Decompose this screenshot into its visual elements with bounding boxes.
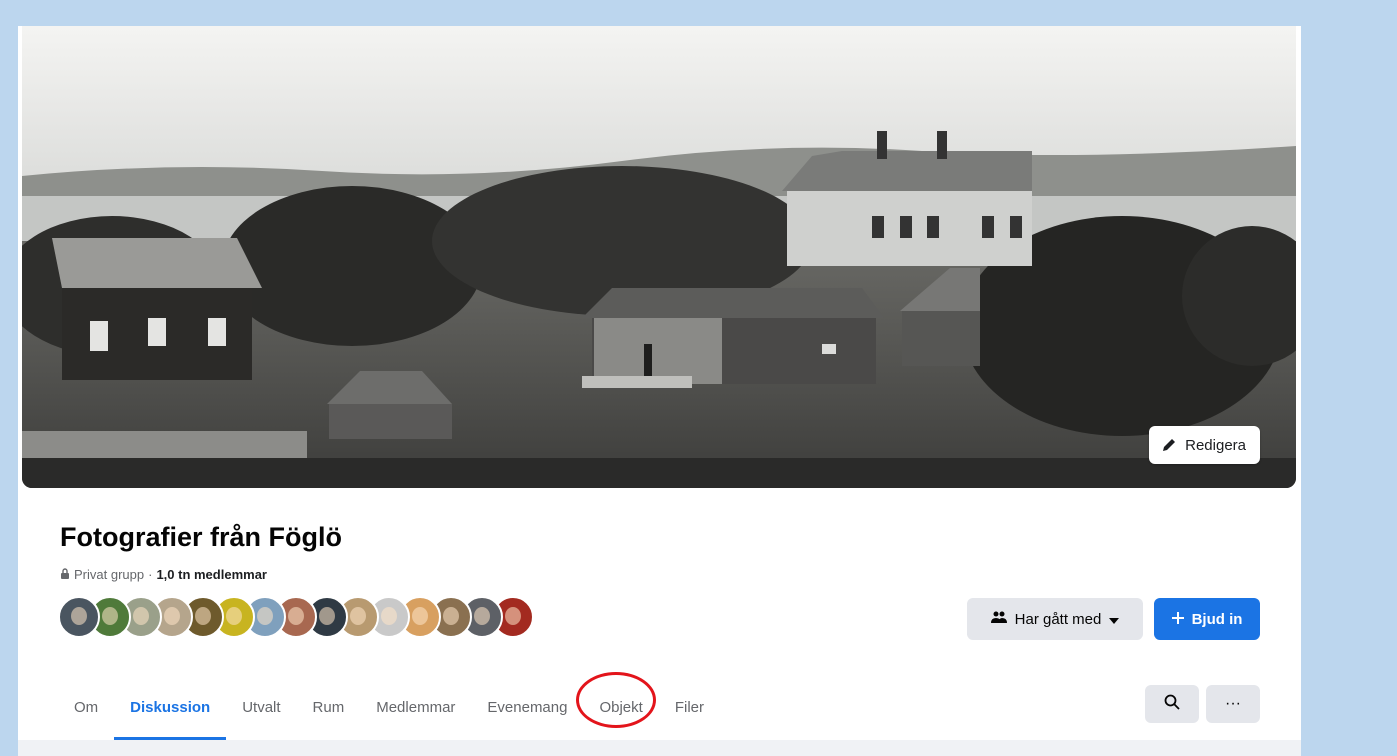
tab-rum[interactable]: Rum [297, 684, 361, 732]
tab-utvalt[interactable]: Utvalt [226, 684, 296, 732]
cover-photo-image [22, 26, 1296, 488]
caret-down-icon [1109, 611, 1120, 628]
member-count[interactable]: 1,0 tn medlemmar [156, 567, 267, 582]
tab-om[interactable]: Om [58, 684, 114, 732]
edit-cover-button[interactable]: Redigera [1149, 426, 1260, 464]
search-button[interactable] [1145, 685, 1199, 723]
invite-button[interactable]: Bjud in [1154, 598, 1260, 640]
joined-label: Har gått med [1014, 610, 1102, 628]
more-options-button[interactable]: ··· [1206, 685, 1260, 723]
meta-separator: · [148, 567, 153, 582]
feed-divider [18, 740, 1301, 756]
pencil-icon [1161, 437, 1177, 453]
joined-dropdown-button[interactable]: Har gått med [967, 598, 1143, 640]
edit-cover-label: Redigera [1185, 436, 1246, 454]
tab-objekt[interactable]: Objekt [576, 672, 658, 732]
tab-evenemang[interactable]: Evenemang [471, 684, 583, 732]
privacy-label[interactable]: Privat grupp [74, 567, 144, 582]
cover-photo: Redigera [22, 26, 1296, 488]
tab-objekt-label: Objekt [599, 699, 643, 716]
member-avatar[interactable] [58, 596, 100, 638]
invite-label: Bjud in [1191, 610, 1243, 628]
group-title: Fotografier från Föglö [60, 522, 342, 552]
people-icon [990, 610, 1007, 628]
tab-filer[interactable]: Filer [659, 684, 720, 732]
search-icon [1164, 694, 1180, 715]
group-tabs: Om Diskussion Utvalt Rum Medlemmar Evene… [58, 672, 720, 742]
group-meta: Privat grupp · 1,0 tn medlemmar [60, 567, 267, 582]
more-icon: ··· [1225, 695, 1241, 712]
lock-icon [60, 567, 70, 582]
member-avatar-row [58, 596, 534, 644]
tab-diskussion[interactable]: Diskussion [114, 684, 227, 740]
tab-medlemmar[interactable]: Medlemmar [360, 684, 471, 732]
group-page: Redigera Fotografier från Föglö Privat g… [18, 26, 1301, 756]
plus-icon [1171, 611, 1184, 628]
